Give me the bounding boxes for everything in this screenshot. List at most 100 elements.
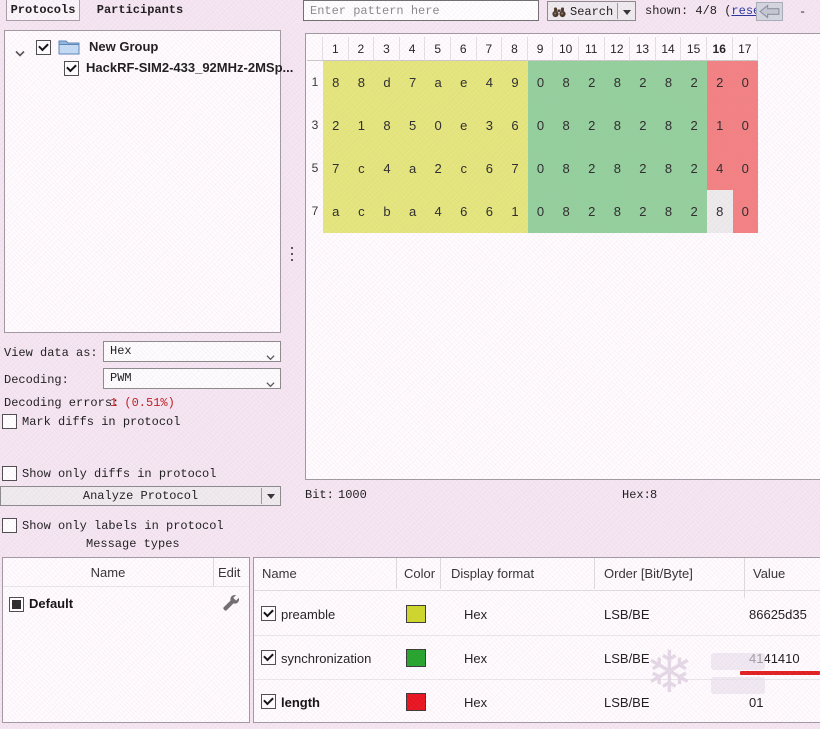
hex-cell[interactable]: 1 bbox=[348, 104, 375, 147]
hex-cell[interactable]: 6 bbox=[476, 190, 503, 233]
splitter-handle[interactable] bbox=[291, 243, 293, 265]
hex-cell[interactable]: 2 bbox=[578, 61, 605, 104]
hex-cell[interactable]: 8 bbox=[553, 61, 579, 104]
hex-col-header[interactable]: 14 bbox=[655, 37, 682, 61]
hex-col-header[interactable]: 4 bbox=[399, 37, 426, 61]
hex-cell[interactable]: 8 bbox=[655, 147, 682, 190]
label-checkbox[interactable] bbox=[261, 694, 276, 709]
hex-cell[interactable]: 7 bbox=[502, 147, 528, 190]
hex-cell[interactable]: 2 bbox=[681, 190, 707, 233]
search-button[interactable]: Search bbox=[547, 1, 636, 21]
label-row[interactable]: preamble Hex LSB/BE 86625d35 bbox=[254, 592, 819, 636]
hex-cell[interactable]: a bbox=[425, 61, 451, 104]
search-input[interactable] bbox=[303, 0, 539, 21]
hex-col-header[interactable]: 17 bbox=[732, 37, 759, 61]
label-display-format[interactable]: Hex bbox=[464, 607, 487, 622]
hex-cell[interactable]: 2 bbox=[630, 61, 656, 104]
hex-cell[interactable]: 8 bbox=[553, 147, 579, 190]
hex-col-header[interactable]: 15 bbox=[681, 37, 707, 61]
hex-cell[interactable]: a bbox=[399, 147, 426, 190]
tree-expand-chevron-icon[interactable] bbox=[15, 44, 25, 62]
hex-cell[interactable]: 2 bbox=[578, 147, 605, 190]
hex-cell[interactable]: 8 bbox=[604, 147, 631, 190]
analyze-dropdown-arrow-icon[interactable] bbox=[267, 494, 275, 499]
hex-cell[interactable]: 7 bbox=[399, 61, 426, 104]
label-row[interactable]: synchronization Hex LSB/BE 4141410 bbox=[254, 636, 819, 680]
hex-cell[interactable]: 2 bbox=[681, 147, 707, 190]
hex-cell[interactable]: 4 bbox=[476, 61, 503, 104]
protocol-item-checkbox[interactable] bbox=[64, 61, 79, 76]
hex-col-header[interactable]: 5 bbox=[425, 37, 451, 61]
hex-cell[interactable]: 9 bbox=[502, 61, 528, 104]
hex-cell[interactable]: a bbox=[323, 190, 349, 233]
hex-cell[interactable]: 0 bbox=[527, 147, 554, 190]
hex-cell[interactable]: a bbox=[399, 190, 426, 233]
hex-cell[interactable]: 8 bbox=[374, 104, 400, 147]
hex-row-header[interactable]: 1 bbox=[307, 61, 323, 104]
hex-cell[interactable]: 2 bbox=[578, 104, 605, 147]
message-type-checkbox[interactable] bbox=[9, 597, 24, 612]
hex-col-header[interactable]: 11 bbox=[578, 37, 605, 61]
hex-cell[interactable]: 2 bbox=[630, 190, 656, 233]
hex-cell[interactable]: 8 bbox=[553, 104, 579, 147]
label-color-swatch[interactable] bbox=[406, 649, 426, 667]
label-display-format[interactable]: Hex bbox=[464, 651, 487, 666]
hex-cell[interactable]: 2 bbox=[425, 147, 451, 190]
hex-cell[interactable]: 8 bbox=[604, 190, 631, 233]
hex-cell[interactable]: d bbox=[374, 61, 400, 104]
hex-cell[interactable]: 2 bbox=[681, 61, 707, 104]
hex-cell[interactable]: c bbox=[348, 190, 375, 233]
label-order[interactable]: LSB/BE bbox=[604, 651, 650, 666]
hex-cell[interactable]: 2 bbox=[630, 104, 656, 147]
hex-cell[interactable]: 2 bbox=[323, 104, 349, 147]
hex-cell[interactable]: 3 bbox=[476, 104, 503, 147]
hex-col-header[interactable]: 16 bbox=[706, 37, 733, 61]
hex-cell[interactable]: 1 bbox=[502, 190, 528, 233]
hex-cell[interactable]: 0 bbox=[425, 104, 451, 147]
label-order[interactable]: LSB/BE bbox=[604, 607, 650, 622]
hex-cell[interactable]: 0 bbox=[732, 104, 759, 147]
hex-cell[interactable]: 0 bbox=[732, 61, 759, 104]
hex-col-header[interactable]: 1 bbox=[323, 37, 349, 61]
label-checkbox[interactable] bbox=[261, 650, 276, 665]
hex-cell[interactable]: 8 bbox=[655, 190, 682, 233]
tab-participants[interactable]: Participants bbox=[84, 0, 196, 21]
hex-cell[interactable]: 6 bbox=[450, 190, 477, 233]
hex-cell[interactable]: 2 bbox=[681, 104, 707, 147]
hex-cell[interactable]: 8 bbox=[604, 61, 631, 104]
hex-cell[interactable]: 8 bbox=[348, 61, 375, 104]
label-color-swatch[interactable] bbox=[406, 605, 426, 623]
hex-col-header[interactable]: 8 bbox=[502, 37, 528, 61]
hex-cell[interactable]: b bbox=[374, 190, 400, 233]
hex-cell[interactable]: 6 bbox=[502, 104, 528, 147]
hex-cell[interactable]: 8 bbox=[655, 61, 682, 104]
wrench-icon[interactable] bbox=[221, 594, 240, 618]
group-checkbox[interactable] bbox=[36, 40, 51, 55]
label-color-swatch[interactable] bbox=[406, 693, 426, 711]
hex-row-header[interactable]: 5 bbox=[307, 147, 323, 190]
hex-col-header[interactable]: 10 bbox=[553, 37, 579, 61]
hex-cell[interactable]: 0 bbox=[732, 147, 759, 190]
hex-col-header[interactable]: 6 bbox=[450, 37, 477, 61]
tree-group-label[interactable]: New Group bbox=[89, 39, 158, 54]
hex-cell[interactable]: 6 bbox=[476, 147, 503, 190]
hex-cell[interactable]: 8 bbox=[323, 61, 349, 104]
hex-row-header[interactable]: 3 bbox=[307, 104, 323, 147]
back-arrow-button[interactable] bbox=[756, 2, 783, 21]
message-type-name[interactable]: Default bbox=[29, 596, 73, 611]
hex-col-header[interactable]: 7 bbox=[476, 37, 503, 61]
hex-cell[interactable]: 0 bbox=[527, 190, 554, 233]
hex-cell[interactable]: 4 bbox=[706, 147, 733, 190]
search-dropdown-arrow-icon[interactable] bbox=[623, 10, 631, 15]
hex-cell[interactable]: 8 bbox=[706, 190, 733, 233]
hex-cell[interactable]: c bbox=[450, 147, 477, 190]
tree-protocol-item-label[interactable]: HackRF-SIM2-433_92MHz-2MSp... bbox=[86, 60, 293, 75]
hex-cell[interactable]: 5 bbox=[399, 104, 426, 147]
hex-col-header[interactable]: 12 bbox=[604, 37, 631, 61]
hex-cell[interactable]: 2 bbox=[706, 61, 733, 104]
decoding-select[interactable]: PWM bbox=[103, 368, 281, 389]
analyze-protocol-button[interactable]: Analyze Protocol bbox=[0, 486, 281, 506]
option-checkbox[interactable] bbox=[2, 466, 17, 481]
option-checkbox[interactable] bbox=[2, 518, 17, 533]
hex-cell[interactable]: 4 bbox=[374, 147, 400, 190]
